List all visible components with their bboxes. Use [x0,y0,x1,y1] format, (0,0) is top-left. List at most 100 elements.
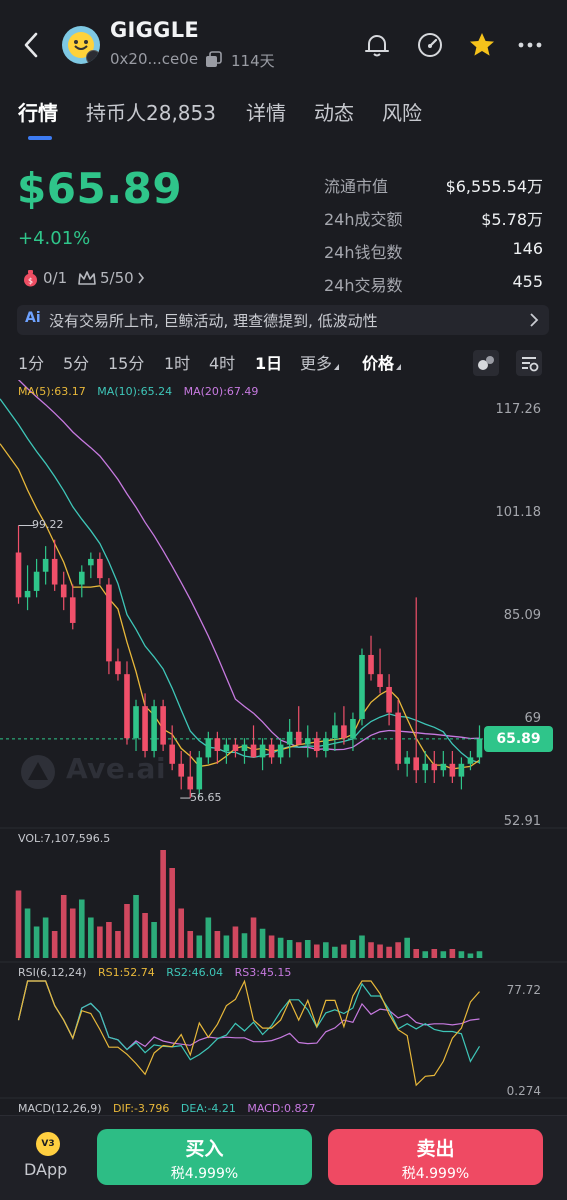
candle-body [404,757,410,764]
volume-bar [350,940,356,958]
stat-label-trades: 24h交易数 [324,276,403,295]
candle-body [106,584,112,662]
candle-body [205,738,212,758]
price-mode-label: 价格 [362,354,395,373]
volume-bar [178,908,185,958]
candle-body [24,590,31,598]
last-price-tag: 65.89 [484,726,553,752]
chip-sniper[interactable]: 0/1 [43,265,67,291]
volume-bar [395,942,401,958]
stat-value-volume: $5.78万 [481,210,543,229]
dapp-icon[interactable]: V3 [36,1132,60,1156]
candle-body [323,738,329,751]
interval-5m[interactable]: 5分 [63,350,89,374]
candle-body [69,597,76,623]
price-axis-tick: 85.09 [503,608,541,623]
macd-dif: DIF:-3.796 [113,1102,170,1115]
macd-legend: MACD(12,26,9) DIF:-3.796 DEA:-4.21 MACD:… [18,1102,324,1115]
more-icon[interactable] [515,30,545,60]
candle-body [377,674,383,687]
tab-holders[interactable]: 持币人28,853 [86,97,216,126]
candle-body [60,584,67,598]
interval-15m[interactable]: 15分 [108,350,144,374]
interval-1m[interactable]: 1分 [18,350,44,374]
candle-body [133,706,139,739]
candle-body [169,744,175,764]
price-axis-tick: 69 [524,711,541,726]
volume-bar [241,933,248,958]
volume-bar [377,944,383,958]
tab-market[interactable]: 行情 [18,97,58,126]
gauge-icon[interactable] [415,30,445,60]
interval-more[interactable]: 更多 [300,350,340,374]
token-avatar [62,26,100,64]
volume-bar [15,890,22,958]
price-mode-select[interactable]: 价格 [362,350,402,374]
sell-button[interactable]: 卖出 税4.999% [328,1129,543,1185]
volume-bar [341,944,347,958]
chart-settings-icon[interactable] [514,348,544,378]
volume-bar [386,946,392,958]
copy-icon[interactable] [205,51,222,68]
volume-bar [223,935,230,958]
rsi24-line [17,980,480,1051]
candle-body [332,725,338,739]
volume-bar [42,917,49,958]
dapp-label[interactable]: DApp [24,1160,67,1179]
volume-bar [196,935,203,958]
buy-button[interactable]: 买入 税4.999% [97,1129,312,1185]
candle-body [313,738,320,751]
candle-body [15,552,22,598]
sell-tax: 税4.999% [401,1166,470,1182]
price-axis-tick: 117.26 [495,402,542,417]
volume-bar [232,926,239,958]
bottom-trade-bar: V3 DApp 买入 税4.999% 卖出 税4.999% [0,1115,567,1200]
candle-body [422,763,429,771]
candle-body [241,744,248,751]
chip-top-holders[interactable]: 5/50 [100,265,134,291]
candle-body [295,731,302,745]
high-price-label: 99.22 [32,518,64,531]
indicator-icon[interactable] [471,348,501,378]
current-price: $65.89 [17,164,183,213]
caret-icon [334,364,340,370]
interval-4h[interactable]: 4时 [209,350,235,374]
star-icon[interactable] [467,30,497,60]
interval-1d[interactable]: 1日 [255,350,282,374]
chevron-right-icon [530,313,539,327]
candle-body [232,744,239,751]
volume-bar [69,908,76,958]
tab-risk[interactable]: 风险 [382,97,422,126]
tab-activity[interactable]: 动态 [314,97,354,126]
volume-bar [142,913,148,958]
interval-1h[interactable]: 1时 [164,350,190,374]
candlestick-chart[interactable] [0,380,567,1115]
volume-bar [97,926,103,958]
candle-body [458,763,465,777]
back-icon[interactable] [18,28,44,62]
candle-body [359,654,365,719]
token-name: GIGGLE [110,18,200,42]
volume-bar [476,951,483,958]
volume-bar [440,951,447,958]
money-bag-icon: $ [24,270,37,287]
stat-value-wallets: 146 [512,239,543,258]
candle-body [115,661,121,675]
candle-body [196,757,203,790]
rsi-legend: RSI(6,12,24) RS1:52.74 RS2:46.04 RS3:45.… [18,966,299,979]
volume-bar [295,942,302,958]
volume-bar [359,935,365,958]
candle-body [431,763,438,771]
rsi-axis-bottom: 0.274 [506,1084,541,1098]
ma10-line [0,398,480,764]
rsi-rs3: RS3:45.15 [234,966,292,979]
candle-body [341,725,347,739]
ma5-legend: MA(5):63.17 [18,385,86,398]
volume-bar [332,946,338,958]
volume-bar [205,917,212,958]
tab-details[interactable]: 详情 [246,97,286,126]
ai-summary-banner[interactable]: Ai 没有交易所上市, 巨鲸活动, 理查德提到, 低波动性 [17,305,549,335]
macd-dea: DEA:-4.21 [180,1102,236,1115]
stat-label-wallets: 24h钱包数 [324,243,403,262]
bell-icon[interactable] [362,30,392,60]
